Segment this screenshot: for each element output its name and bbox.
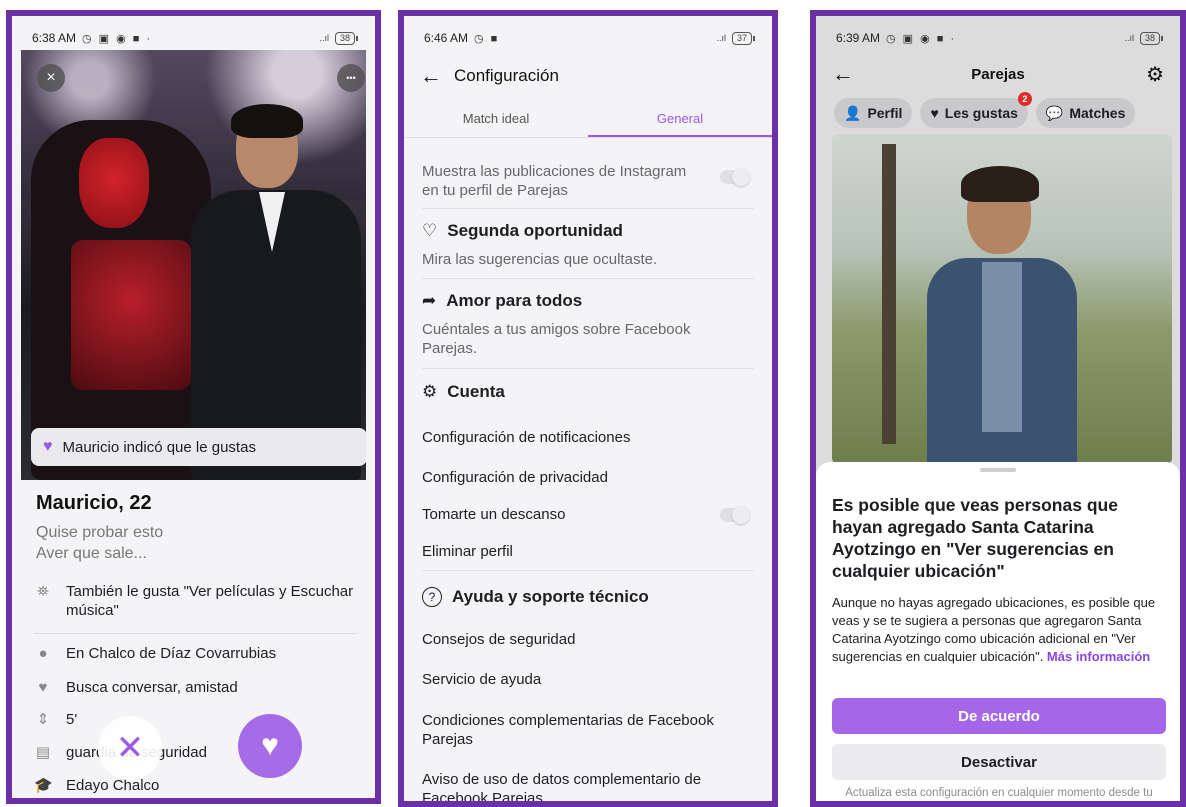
like-notice-banner: ♥ Mauricio indicó que le gustas	[31, 428, 366, 466]
settings-screen: 6:46 AM ◷ ■ ..ıl 37 ← Configuración Matc…	[398, 10, 778, 807]
divider	[422, 368, 754, 369]
help-section-title: ? Ayuda y soporte técnico	[422, 587, 649, 607]
love-for-all-desc: Cuéntales a tus amigos sobre Facebook Pa…	[422, 321, 691, 357]
status-time: 6:39 AM	[836, 31, 881, 45]
heart-outline-icon: ♡	[422, 221, 438, 240]
status-icons: ◷ ▣ ◉ ■ ·	[82, 32, 153, 45]
close-icon[interactable]: ×	[37, 64, 65, 92]
notification-settings-item[interactable]: Configuración de notificaciones	[422, 428, 630, 447]
notification-badge: 2	[1017, 92, 1032, 106]
supplemental-terms-item[interactable]: Condiciones complementarias de Facebook …	[422, 711, 742, 749]
hearts-icon: ♥	[38, 679, 48, 696]
telescope-icon: ⛯	[36, 583, 49, 600]
status-icons: ◷ ■	[474, 32, 500, 45]
location-row: ● En Chalco de Díaz Covarrubias	[34, 644, 276, 663]
dating-home-screen: 6:39 AM ◷ ▣ ◉ ■ · ..ıl 38 ← Parejas ⚙ 👤 …	[810, 10, 1186, 807]
delete-profile-item[interactable]: Eliminar perfil	[422, 542, 513, 561]
battery-icon: 37	[731, 31, 756, 45]
back-arrow-icon[interactable]: ←	[420, 63, 442, 89]
profile-photo[interactable]: × ••• ♥ Mauricio indicó que le gustas	[21, 50, 366, 480]
education-row: 🎓 Edayo Chalco	[34, 777, 160, 794]
divider	[422, 278, 754, 279]
tab-general[interactable]: General	[588, 102, 772, 137]
divider	[422, 570, 754, 571]
status-time: 6:38 AM	[32, 31, 77, 45]
more-options-icon[interactable]: •••	[337, 64, 365, 92]
signal-icon: ..ıl	[1124, 33, 1134, 43]
tab-match-ideal[interactable]: Match ideal	[404, 102, 588, 137]
settings-tabs: Match ideal General	[404, 102, 772, 138]
deactivate-button[interactable]: Desactivar	[832, 744, 1166, 780]
privacy-settings-item[interactable]: Configuración de privacidad	[422, 468, 608, 487]
status-icons: ◷ ▣ ◉ ■ ·	[886, 32, 957, 45]
battery-icon: 38	[334, 31, 359, 45]
dislike-button[interactable]: ✕	[98, 716, 162, 780]
dating-nav-chips: 👤 Perfil ♥ Les gustas 2 💬 Matches	[834, 92, 1136, 128]
sheet-grabber[interactable]	[980, 468, 1016, 472]
take-a-break-item[interactable]: Tomarte un descanso	[422, 505, 565, 524]
looking-for-row: ♥ Busca conversar, amistad	[34, 678, 238, 697]
dating-header: ← Parejas ⚙	[816, 54, 1180, 94]
status-time: 6:46 AM	[424, 31, 469, 45]
account-section-title: ⚙ Cuenta	[422, 382, 505, 401]
height-row: ⇕ 5'	[34, 710, 78, 729]
share-icon: ➦	[422, 291, 437, 310]
page-title: Parejas	[971, 65, 1025, 83]
take-a-break-toggle[interactable]	[720, 506, 750, 524]
signal-icon: ..ıl	[716, 33, 726, 43]
sheet-title: Es posible que veas personas que hayan a…	[832, 495, 1118, 581]
profile-name: Mauricio, 22	[36, 492, 152, 514]
location-info-sheet: Es posible que veas personas que hayan a…	[816, 462, 1180, 801]
safety-tips-item[interactable]: Consejos de seguridad	[422, 630, 575, 649]
page-title: Configuración	[454, 66, 559, 85]
more-info-link[interactable]: Más información	[1047, 649, 1150, 664]
person-icon: 👤	[844, 104, 862, 121]
interest-row: ⛯ También le gusta "Ver películas y Escu…	[34, 582, 359, 620]
second-chance-setting[interactable]: ♡ Segunda oportunidad	[422, 221, 623, 241]
sheet-footer-note: Actualiza esta configuración en cualquie…	[845, 787, 1153, 799]
data-policy-item[interactable]: Aviso de uso de datos complementario de …	[422, 770, 732, 801]
likes-you-chip[interactable]: ♥ Les gustas 2	[920, 92, 1032, 128]
help-center-item[interactable]: Servicio de ayuda	[422, 670, 541, 689]
instagram-setting-desc: Muestra las publicaciones de Instagram e…	[422, 163, 687, 199]
matches-chip[interactable]: 💬 Matches	[1035, 98, 1136, 128]
profile-card-screen: 6:38 AM ◷ ▣ ◉ ■ · ..ıl 38 × ••• ♥ Mauric…	[6, 10, 381, 804]
agree-button[interactable]: De acuerdo	[832, 698, 1166, 734]
graduation-icon: 🎓	[34, 777, 53, 794]
chat-bubbles-icon: 💬	[1045, 104, 1064, 121]
suggestion-photo[interactable]	[832, 134, 1172, 464]
help-circle-icon: ?	[422, 587, 442, 607]
location-pin-icon: ●	[38, 645, 48, 662]
love-for-all-setting[interactable]: ➦ Amor para todos	[422, 291, 582, 311]
signal-icon: ..ıl	[319, 33, 329, 43]
settings-list: Muestra las publicaciones de Instagram e…	[404, 138, 772, 801]
heart-icon: ♥	[930, 105, 939, 121]
divider	[422, 208, 754, 209]
heart-icon: ♥	[43, 438, 53, 455]
profile-bio: Quise probar esto Aver que sale...	[36, 524, 164, 562]
briefcase-icon: ▤	[35, 744, 51, 761]
battery-icon: 38	[1139, 31, 1164, 45]
like-notice-text: Mauricio indicó que le gustas	[62, 438, 256, 456]
like-button[interactable]: ♥	[238, 714, 302, 778]
sheet-body: Aunque no hayas agregado ubicaciones, es…	[832, 595, 1156, 664]
instagram-toggle[interactable]	[720, 168, 750, 186]
profile-chip[interactable]: 👤 Perfil	[834, 98, 913, 128]
settings-header: ← Configuración	[404, 54, 772, 98]
second-chance-desc: Mira las sugerencias que ocultaste.	[422, 251, 658, 268]
height-icon: ⇕	[36, 711, 50, 728]
gear-icon: ⚙	[422, 382, 438, 401]
divider	[34, 633, 357, 634]
